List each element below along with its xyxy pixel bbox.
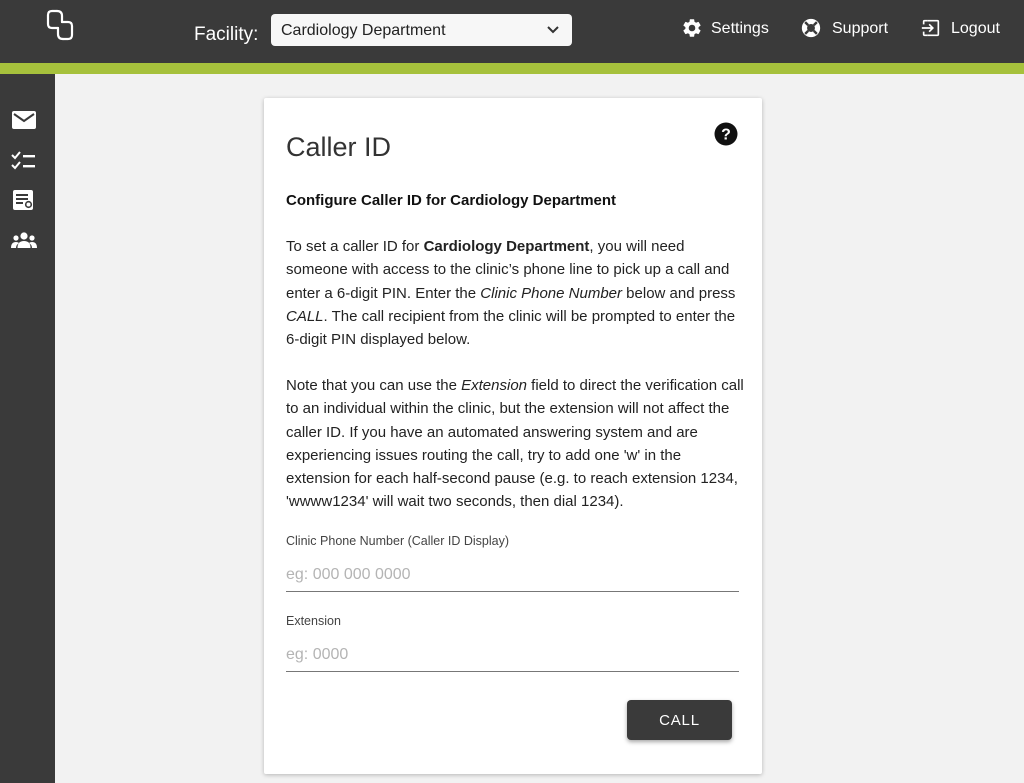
checklist-icon[interactable] <box>11 148 37 172</box>
extension-input[interactable] <box>286 638 739 672</box>
support-label: Support <box>832 20 889 37</box>
report-icon[interactable] <box>11 188 37 212</box>
caller-id-card: ? Caller ID Configure Caller ID for Card… <box>264 98 762 774</box>
facility-select[interactable]: Cardiology Department <box>271 14 572 46</box>
instructions-paragraph: To set a caller ID for Cardiology Depart… <box>286 238 736 349</box>
mail-icon[interactable] <box>11 108 37 132</box>
extension-field-label: Extension <box>286 614 341 628</box>
card-subtitle: Configure Caller ID for Cardiology Depar… <box>286 192 617 209</box>
phone-number-input[interactable] <box>286 558 739 592</box>
facility-selected-value: Cardiology Department <box>281 22 446 39</box>
call-button[interactable]: CALL <box>627 700 732 740</box>
page-title: Caller ID <box>286 132 392 162</box>
logout-link[interactable]: Logout <box>920 17 1004 41</box>
phone-field-label: Clinic Phone Number (Caller ID Display) <box>286 534 509 548</box>
facility-name-emphasis: Cardiology Department <box>423 238 590 255</box>
group-icon[interactable] <box>11 228 37 252</box>
app-logo-icon[interactable] <box>44 8 76 42</box>
accent-bar <box>0 63 1024 74</box>
lifebuoy-icon <box>801 18 821 38</box>
logout-label: Logout <box>951 20 1000 37</box>
chevron-down-icon <box>547 26 559 34</box>
svg-text:?: ? <box>721 127 731 144</box>
settings-link[interactable]: Settings <box>681 17 771 41</box>
support-link[interactable]: Support <box>800 17 890 41</box>
facility-label: Facility: <box>194 24 259 45</box>
sidebar <box>0 74 55 783</box>
help-icon[interactable]: ? <box>714 122 738 146</box>
top-bar: Facility: Cardiology Department Settings… <box>0 0 1024 63</box>
settings-label: Settings <box>711 20 769 37</box>
logout-icon <box>921 19 940 37</box>
gear-icon <box>683 19 701 37</box>
extension-note-paragraph: Note that you can use the Extension fiel… <box>286 377 744 511</box>
